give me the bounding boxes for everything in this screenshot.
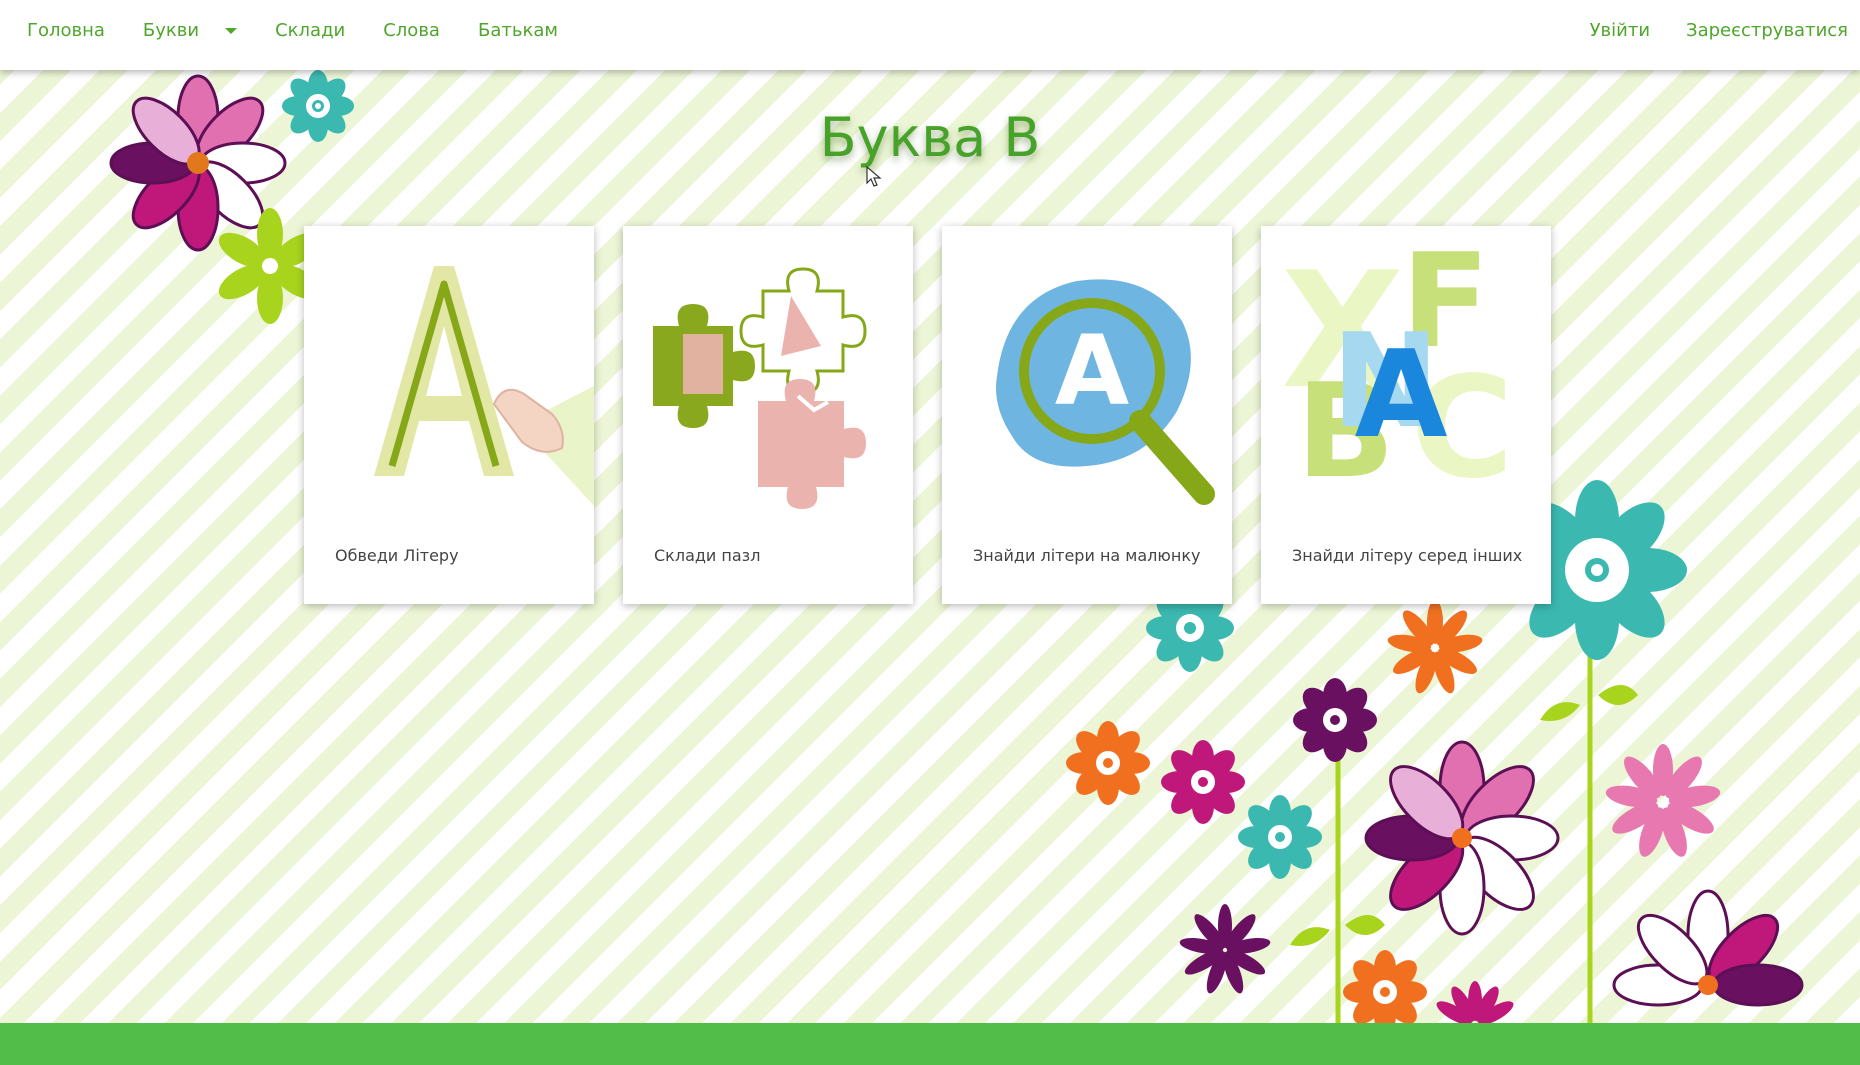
card-puzzle[interactable]: Склади пазл — [623, 226, 913, 604]
nav-link-syllables[interactable]: Склади — [275, 20, 345, 41]
page-title: Буква В — [819, 106, 1041, 169]
nav-dropdown-letters[interactable]: Букви — [142, 19, 238, 41]
card-label: Обведи Літеру — [335, 546, 459, 565]
nav-link-parents[interactable]: Батькам — [478, 20, 558, 41]
footer-bar — [0, 1023, 1860, 1065]
trace-letter-icon — [374, 266, 594, 506]
letters-mix-icon: X F B C N A — [1281, 226, 1514, 510]
card-label: Знайди літеру серед інших — [1292, 546, 1523, 565]
mouse-cursor-icon — [866, 166, 882, 187]
card-label: Склади пазл — [654, 546, 761, 565]
nav-link-home[interactable]: Головна — [27, 20, 105, 41]
magnifier-letter-icon: A — [996, 279, 1215, 505]
nav-link-words[interactable]: Слова — [383, 20, 440, 41]
nav-right-group: Увійти Зареєструватися — [1554, 0, 1848, 60]
login-link[interactable]: Увійти — [1590, 20, 1650, 41]
nav-link-letters-label: Букви — [142, 19, 200, 41]
puzzle-icon — [653, 267, 867, 509]
letter-glyph: A — [1055, 315, 1129, 427]
caret-down-icon — [225, 27, 238, 34]
letter-glyph: A — [1355, 326, 1448, 465]
nav-left-group: Головна Букви Склади Слова Батькам — [27, 0, 596, 60]
card-find-letters-in-picture[interactable]: A Знайди літери на малюнку — [942, 226, 1232, 604]
card-trace-letter[interactable]: Обведи Літеру — [304, 226, 594, 604]
register-link[interactable]: Зареєструватися — [1686, 20, 1848, 41]
top-navbar: Головна Букви Склади Слова Батькам Увійт… — [0, 0, 1860, 70]
card-label: Знайди літери на малюнку — [973, 546, 1201, 565]
card-find-letter-among-others[interactable]: X F B C N A Знайди літеру серед інших — [1261, 226, 1551, 604]
